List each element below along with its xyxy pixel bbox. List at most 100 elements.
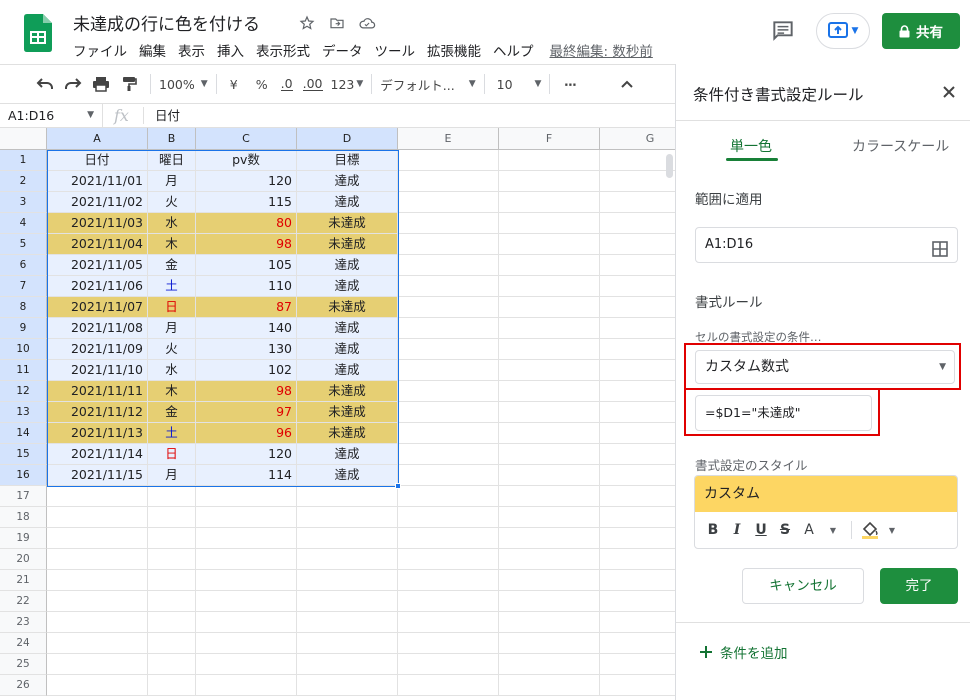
header-cell[interactable]: 日付	[47, 150, 148, 171]
empty-cell[interactable]	[398, 486, 499, 507]
empty-cell[interactable]	[47, 612, 148, 633]
close-icon[interactable]	[941, 84, 957, 100]
empty-cell[interactable]	[398, 654, 499, 675]
table-cell[interactable]: 日	[148, 444, 196, 465]
empty-cell[interactable]	[148, 507, 196, 528]
empty-cell[interactable]	[499, 276, 600, 297]
table-cell[interactable]: 2021/11/08	[47, 318, 148, 339]
zoom-select[interactable]: 100% ▼	[159, 70, 208, 98]
menu-insert[interactable]: 挿入	[217, 40, 244, 60]
empty-cell[interactable]	[297, 675, 398, 696]
table-cell[interactable]: 水	[148, 213, 196, 234]
empty-cell[interactable]	[499, 318, 600, 339]
comment-history-button[interactable]	[770, 18, 796, 44]
empty-cell[interactable]	[47, 591, 148, 612]
row-header[interactable]: 8	[0, 297, 47, 318]
empty-cell[interactable]	[196, 528, 297, 549]
empty-cell[interactable]	[297, 528, 398, 549]
empty-cell[interactable]	[600, 423, 675, 444]
menu-file[interactable]: ファイル	[73, 40, 127, 60]
table-cell[interactable]: 2021/11/02	[47, 192, 148, 213]
empty-cell[interactable]	[499, 591, 600, 612]
tab-color-scale[interactable]: カラースケール	[852, 136, 949, 156]
formula-input[interactable]: 日付	[155, 104, 180, 127]
empty-cell[interactable]	[398, 549, 499, 570]
empty-cell[interactable]	[196, 591, 297, 612]
empty-cell[interactable]	[297, 507, 398, 528]
empty-cell[interactable]	[148, 549, 196, 570]
empty-cell[interactable]	[148, 633, 196, 654]
table-cell[interactable]: 達成	[297, 255, 398, 276]
menu-format[interactable]: 表示形式	[256, 40, 310, 60]
table-cell[interactable]: 金	[148, 402, 196, 423]
table-cell[interactable]: 土	[148, 276, 196, 297]
empty-cell[interactable]	[600, 549, 675, 570]
row-header[interactable]: 10	[0, 339, 47, 360]
move-folder-icon[interactable]	[326, 12, 348, 34]
empty-cell[interactable]	[47, 507, 148, 528]
grid-select-icon[interactable]	[932, 237, 948, 257]
row-header[interactable]: 23	[0, 612, 47, 633]
table-cell[interactable]: 2021/11/03	[47, 213, 148, 234]
empty-cell[interactable]	[398, 507, 499, 528]
table-cell[interactable]: 未達成	[297, 402, 398, 423]
menu-help[interactable]: ヘルプ	[493, 40, 534, 60]
empty-cell[interactable]	[600, 633, 675, 654]
row-header[interactable]: 13	[0, 402, 47, 423]
table-cell[interactable]: 105	[196, 255, 297, 276]
table-cell[interactable]: 達成	[297, 444, 398, 465]
table-cell[interactable]: 110	[196, 276, 297, 297]
row-header[interactable]: 11	[0, 360, 47, 381]
table-cell[interactable]: 2021/11/04	[47, 234, 148, 255]
empty-cell[interactable]	[600, 507, 675, 528]
empty-cell[interactable]	[398, 675, 499, 696]
last-edit-link[interactable]: 最終編集: 数秒前	[550, 40, 653, 60]
empty-cell[interactable]	[196, 549, 297, 570]
font-size-select[interactable]: 10 ▼	[497, 70, 542, 98]
row-header[interactable]: 22	[0, 591, 47, 612]
empty-cell[interactable]	[398, 444, 499, 465]
empty-cell[interactable]	[398, 633, 499, 654]
empty-cell[interactable]	[398, 276, 499, 297]
empty-cell[interactable]	[398, 213, 499, 234]
table-cell[interactable]: 金	[148, 255, 196, 276]
row-header[interactable]: 16	[0, 465, 47, 486]
empty-cell[interactable]	[499, 549, 600, 570]
table-cell[interactable]: 木	[148, 381, 196, 402]
empty-cell[interactable]	[398, 297, 499, 318]
empty-cell[interactable]	[600, 297, 675, 318]
menu-view[interactable]: 表示	[178, 40, 205, 60]
vertical-scrollbar[interactable]	[666, 154, 673, 178]
table-cell[interactable]: 火	[148, 192, 196, 213]
row-header[interactable]: 2	[0, 171, 47, 192]
empty-cell[interactable]	[398, 255, 499, 276]
table-cell[interactable]: 120	[196, 171, 297, 192]
empty-cell[interactable]	[499, 528, 600, 549]
empty-cell[interactable]	[499, 360, 600, 381]
empty-cell[interactable]	[398, 192, 499, 213]
table-cell[interactable]: 月	[148, 171, 196, 192]
empty-cell[interactable]	[600, 213, 675, 234]
empty-cell[interactable]	[398, 171, 499, 192]
table-cell[interactable]: 102	[196, 360, 297, 381]
table-cell[interactable]: 96	[196, 423, 297, 444]
empty-cell[interactable]	[499, 675, 600, 696]
table-cell[interactable]: 2021/11/01	[47, 171, 148, 192]
empty-cell[interactable]	[600, 318, 675, 339]
empty-cell[interactable]	[196, 633, 297, 654]
empty-cell[interactable]	[398, 381, 499, 402]
name-box[interactable]: A1:D16 ▼	[0, 104, 103, 127]
table-cell[interactable]: 未達成	[297, 297, 398, 318]
row-header[interactable]: 26	[0, 675, 47, 696]
empty-cell[interactable]	[600, 675, 675, 696]
present-button[interactable]: ▼	[816, 13, 870, 49]
table-cell[interactable]: 達成	[297, 318, 398, 339]
empty-cell[interactable]	[148, 591, 196, 612]
empty-cell[interactable]	[297, 570, 398, 591]
empty-cell[interactable]	[600, 192, 675, 213]
header-cell[interactable]: pv数	[196, 150, 297, 171]
empty-cell[interactable]	[499, 570, 600, 591]
table-cell[interactable]: 達成	[297, 192, 398, 213]
paint-format-icon[interactable]	[118, 70, 140, 98]
strikethrough-button[interactable]: S	[775, 518, 795, 542]
